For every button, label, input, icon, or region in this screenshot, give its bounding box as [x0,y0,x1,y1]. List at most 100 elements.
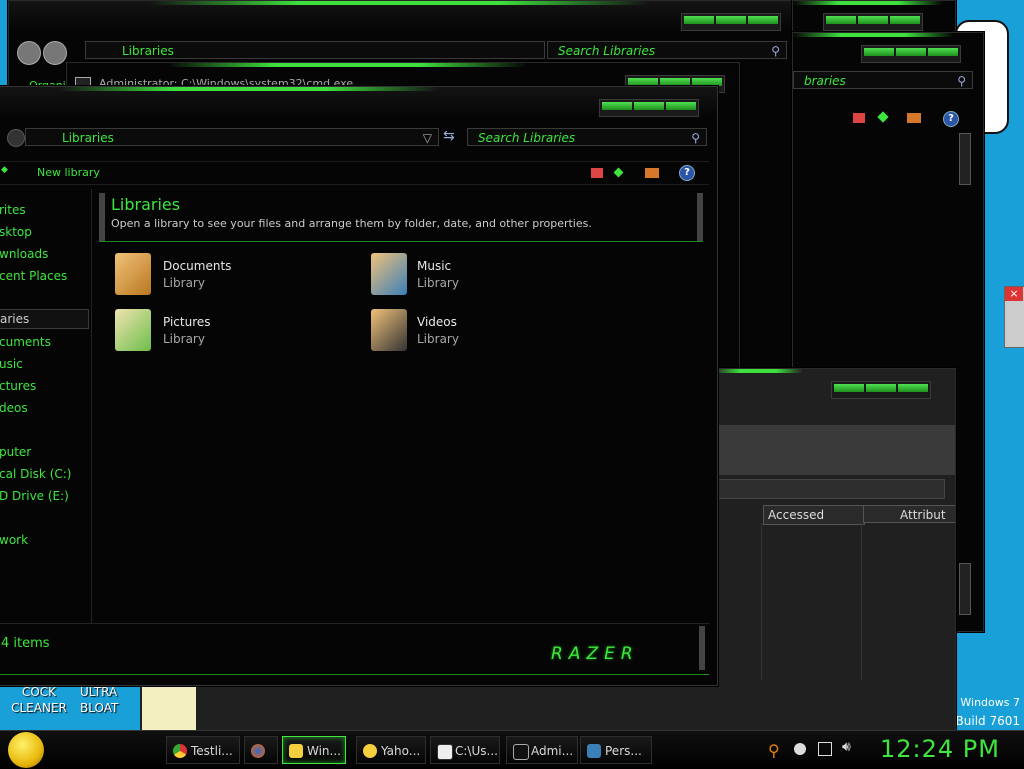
status-bar: 4 items RAZER [0,623,709,675]
chevron-down-icon[interactable]: ▽ [423,129,432,147]
razer-logo: RAZER [551,644,639,664]
maximize-button[interactable] [896,48,926,56]
close-icon[interactable]: × [1005,287,1023,301]
status-right-bar [699,626,705,670]
taskbar-button-yahoo[interactable]: Yaho... [356,736,426,764]
window-controls[interactable] [831,381,931,399]
taskbar-button-chrome[interactable]: Testli... [166,736,240,764]
sidebar-gadget[interactable]: × [1004,286,1024,348]
maximize-button[interactable] [634,102,664,110]
taskbar-button-firefox[interactable] [244,736,278,764]
address-bar[interactable]: Libraries ▽ [25,128,439,146]
start-orb-icon[interactable] [8,732,44,768]
column-header[interactable]: Attribut [863,505,955,523]
maximize-button[interactable] [858,16,888,24]
minimize-button[interactable] [602,102,632,110]
taskbar-button-cmd[interactable]: Admi... [506,736,578,764]
nav-computer[interactable]: puter [0,445,31,459]
windows-watermark: Windows 7 Build 7601 [956,694,1020,730]
library-item-videos[interactable]: Videos Library [371,307,601,355]
taskbar-button-7zip[interactable]: C:\Us... [430,736,500,764]
nav-pictures[interactable]: ctures [0,379,36,393]
title-glow [167,63,527,67]
scrollbar[interactable] [959,563,971,615]
desktop-icon-cleaner[interactable]: COCK CLEANER [4,684,74,724]
nav-documents[interactable]: cuments [0,335,51,349]
search-icon: ⚲ [957,74,966,88]
address-bar[interactable]: Libraries [85,41,545,59]
help-icon[interactable]: ? [943,111,959,127]
library-item-pictures[interactable]: Pictures Library [115,307,345,355]
clock[interactable]: 12:24 PM [880,735,1000,763]
tray-volume-icon[interactable]: 🔊︎ [842,739,851,755]
nav-libraries-selected[interactable]: aries [0,309,89,329]
refresh-icon[interactable]: ⇆ [443,128,455,144]
minimize-button[interactable] [684,16,714,24]
nav-desktop[interactable]: sktop [0,225,32,239]
title-glow [793,33,953,37]
window-controls[interactable] [823,13,923,31]
scrollbar[interactable] [959,133,971,185]
new-library-button[interactable]: New library [37,166,100,179]
nav-dvd-drive[interactable]: D Drive (E:) [0,489,69,503]
back-icon[interactable] [17,41,41,65]
maximize-button[interactable] [660,78,690,86]
desktop-icon-bloat[interactable]: ULTRA BLOAT [80,684,136,724]
layout-icon[interactable] [645,168,659,178]
close-button[interactable] [692,78,722,86]
minimize-button[interactable] [826,16,856,24]
explorer-folder-icon [289,744,303,758]
forward-icon[interactable] [43,41,67,65]
library-item-documents[interactable]: Documents Library [115,251,345,299]
close-button[interactable] [928,48,958,56]
address-strip[interactable] [713,479,945,499]
nav-local-disk[interactable]: cal Disk (C:) [0,467,71,481]
close-button[interactable] [748,16,778,24]
layout-icon[interactable] [907,113,921,123]
minimize-button[interactable] [864,48,894,56]
nav-favorites[interactable]: rites [0,203,26,217]
taskbar-button-label: Pers... [605,744,642,758]
nav-network[interactable]: work [0,533,28,547]
close-button[interactable] [890,16,920,24]
item-count: 4 items [1,636,50,651]
taskbar-button-personalize[interactable]: Pers... [580,736,652,764]
tray-network-icon[interactable] [818,742,832,756]
window-controls[interactable] [599,99,699,117]
library-name: Videos [417,315,457,329]
nav-recent-places[interactable]: cent Places [0,269,67,283]
watermark-line: Windows 7 [960,696,1020,709]
search-icon: ⚲ [691,131,700,145]
search-input[interactable]: braries ⚲ [793,71,973,89]
preview-pane-icon[interactable] [613,167,624,178]
title-bar[interactable] [9,1,795,31]
library-item-music[interactable]: Music Library [371,251,601,299]
tray-search-icon[interactable]: ⚲ [768,741,780,760]
window-controls[interactable] [681,13,781,31]
search-input[interactable]: Search Libraries ⚲ [547,41,787,59]
close-button[interactable] [898,384,928,392]
taskbar-button-explorer[interactable]: Win... [282,736,346,764]
search-input[interactable]: Search Libraries ⚲ [467,128,707,146]
taskbar-button-label: Win... [307,744,341,758]
nav-music[interactable]: usic [0,357,23,371]
column-header[interactable]: Accessed [763,505,865,525]
tray-action-center-icon[interactable] [794,743,806,755]
details-window[interactable]: Accessed Attribut [712,368,956,732]
maximize-button[interactable] [866,384,896,392]
library-icon[interactable] [591,168,603,178]
close-button[interactable] [666,102,696,110]
forward-icon[interactable] [7,129,25,147]
minimize-button[interactable] [834,384,864,392]
nav-downloads[interactable]: wnloads [0,247,48,261]
preview-icon[interactable] [877,111,889,123]
nav-videos[interactable]: deos [0,401,28,415]
taskbar-button-label: Yaho... [381,744,421,758]
main-explorer-window[interactable]: Libraries ▽ ⇆ Search Libraries ⚲ ◆ New li… [0,86,718,686]
window-controls[interactable] [861,45,961,63]
minimize-button[interactable] [628,78,658,86]
help-icon[interactable]: ? [679,165,695,181]
maximize-button[interactable] [716,16,746,24]
title-glow [59,87,439,91]
library-icon[interactable] [853,113,865,123]
